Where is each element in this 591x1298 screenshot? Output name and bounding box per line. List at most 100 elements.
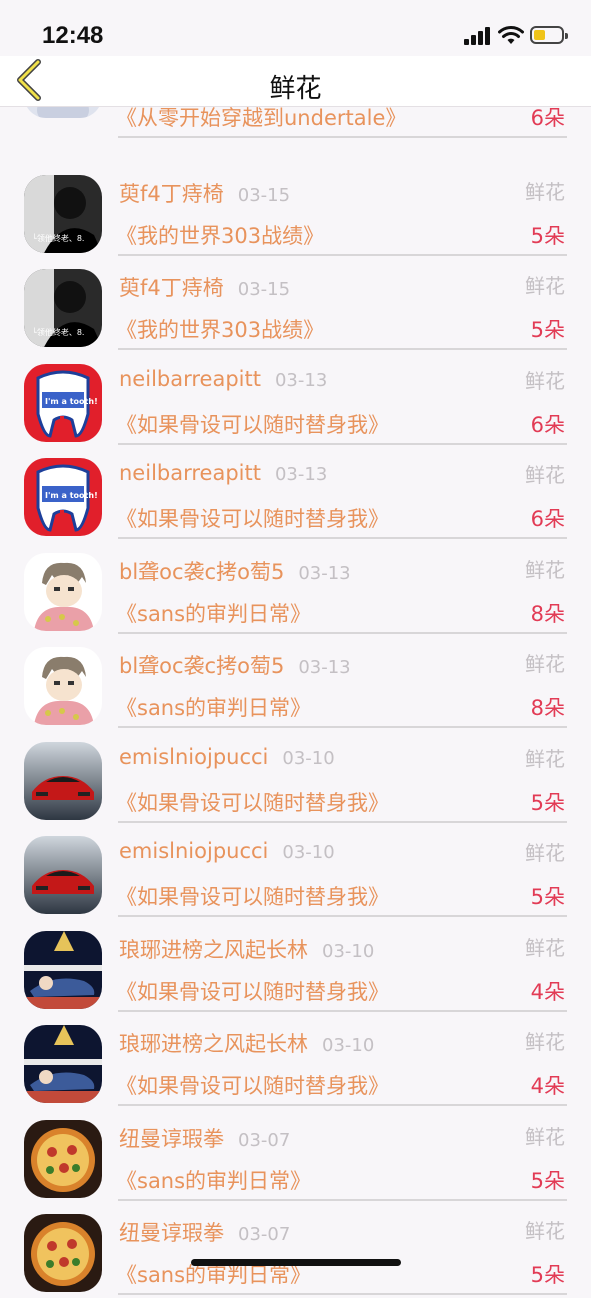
work-title-link[interactable]: 《如果骨设可以随时替身我》 — [116, 976, 389, 1006]
flower-count: 6朵 — [530, 507, 565, 531]
svg-text:└领他终老、8.: └领他终老、8. — [32, 233, 84, 243]
gift-type-label: 鲜花 — [525, 368, 565, 393]
status-bar: 12:48 — [0, 0, 591, 56]
avatar[interactable] — [24, 741, 102, 820]
sender-name[interactable]: 萸f4丁痔椅 03-15 — [119, 178, 290, 208]
gift-type-label: 鲜花 — [525, 841, 565, 865]
row-divider — [118, 1293, 567, 1295]
work-title-link[interactable]: 《sans的审判日常》 — [116, 598, 311, 628]
row-divider — [118, 136, 567, 138]
gift-date: 03-10 — [322, 1035, 375, 1056]
list-item[interactable]: 纽曼谆瑕拳 03-07 鲜花 《sans的审判日常》 5朵 — [0, 1110, 591, 1204]
work-title-link[interactable]: 《如果骨设可以随时替身我》 — [116, 787, 389, 817]
sender-name-text[interactable]: emislniojpucci — [119, 745, 268, 769]
list-item[interactable]: 琅琊进榜之风起长林 03-10 鲜花 《如果骨设可以随时替身我》 4朵 — [0, 1015, 591, 1109]
svg-text:└领他终老、8.: └领他终老、8. — [32, 327, 84, 337]
sender-name[interactable]: neilbarreapitt 03-13 — [119, 367, 327, 391]
work-title-link[interactable]: 《如果骨设可以随时替身我》 — [116, 409, 389, 439]
sender-name[interactable]: bl聋oc袭c拷o萄5 03-13 — [119, 556, 351, 586]
sender-name[interactable]: neilbarreapitt 03-13 — [119, 461, 327, 485]
status-time: 12:48 — [42, 22, 104, 49]
sender-name[interactable]: 纽曼谆瑕拳 03-07 — [119, 1217, 290, 1247]
avatar[interactable]: I'm a tooth! — [24, 458, 102, 536]
avatar[interactable] — [24, 647, 102, 725]
sender-name[interactable]: 琅琊进榜之风起长林 03-10 — [119, 934, 374, 964]
sender-name-text[interactable]: 纽曼谆瑕拳 — [119, 1127, 224, 1151]
battery-icon — [530, 26, 568, 44]
avatar[interactable]: └领他终老、8. — [24, 269, 102, 347]
gift-date: 03-15 — [237, 184, 291, 206]
list-item[interactable]: bl聋oc袭c拷o萄5 03-13 鲜花 《sans的审判日常》 8朵 — [0, 543, 591, 637]
nav-bar: 鲜花 — [0, 56, 591, 107]
gift-date: 03-13 — [274, 464, 328, 485]
row-divider — [118, 1104, 567, 1106]
gift-type-label: 鲜花 — [525, 274, 565, 298]
sender-name-text[interactable]: 萸f4丁痔椅 — [119, 276, 224, 300]
gift-date: 03-13 — [298, 562, 351, 584]
flower-count: 5朵 — [530, 223, 565, 248]
list-item[interactable]: bl聋oc袭c拷o萄5 03-13 鲜花《sans的审判日常》 8朵 — [0, 637, 591, 731]
gift-type-label: 鲜花 — [525, 652, 565, 676]
flower-count: 8朵 — [530, 601, 565, 626]
flower-count: 5朵 — [530, 790, 565, 815]
flower-count: 8朵 — [530, 696, 565, 720]
avatar[interactable] — [24, 1214, 102, 1292]
work-title-link[interactable]: 《我的世界303战绩》 — [116, 314, 324, 344]
list-item[interactable]: emislniojpucci 03-10 鲜花《如果骨设可以随时替身我》 5朵 — [0, 826, 591, 920]
row-divider — [118, 1009, 567, 1012]
list-item[interactable]: 琅琊进榜之风起长林 03-10 鲜花 《如果骨设可以随时替身我》 4朵 — [0, 921, 591, 1015]
cellular-signal-icon — [464, 27, 492, 45]
list-item[interactable]: I'm a tooth! neilbarreapitt 03-13 鲜花《如果骨设可以… — [0, 354, 591, 448]
row-divider — [118, 1198, 567, 1201]
list-item[interactable]: emislniojpucci 03-10 鲜花 《如果骨设可以随时替身我》 5朵 — [0, 732, 591, 826]
work-title-link[interactable]: 《如果骨设可以随时替身我》 — [116, 881, 389, 911]
sender-name[interactable]: 萸f4丁痔椅 03-15 — [119, 272, 290, 302]
flower-count: 5朵 — [530, 318, 565, 342]
sender-name[interactable]: emislniojpucci 03-10 — [119, 745, 335, 769]
sender-name[interactable]: bl聋oc袭c拷o萄5 03-13 — [119, 650, 351, 680]
list-item[interactable]: 纽曼谆瑕拳 03-07 鲜花 《sans的审判日常》 5朵 — [0, 1204, 591, 1298]
gift-type-label: 鲜花 — [525, 1124, 565, 1149]
gift-type-label: 鲜花 — [525, 935, 565, 960]
work-title-link[interactable]: 《如果骨设可以随时替身我》 — [116, 1070, 389, 1100]
avatar[interactable]: I'm a tooth! — [24, 363, 102, 442]
sender-name[interactable]: emislniojpucci 03-10 — [119, 839, 335, 863]
work-title-link[interactable]: 《sans的审判日常》 — [116, 1165, 311, 1195]
wifi-icon — [498, 26, 524, 44]
row-divider — [118, 915, 567, 917]
row-divider — [118, 631, 567, 634]
list-item[interactable]: └领他终老、8. 萸f4丁痔椅 03-15 鲜花《我的世界303战绩》 5朵 — [0, 165, 591, 259]
work-title-link[interactable]: 《如果骨设可以随时替身我》 — [116, 503, 389, 533]
flower-count: 5朵 — [530, 885, 565, 909]
sender-name[interactable]: 纽曼谆瑕拳 03-07 — [119, 1123, 290, 1153]
gift-date: 03-07 — [238, 1224, 291, 1245]
row-divider — [118, 348, 567, 350]
row-divider — [118, 537, 567, 539]
sender-name-text[interactable]: emislniojpucci — [119, 839, 268, 863]
avatar[interactable] — [24, 552, 102, 631]
avatar[interactable]: └领他终老、8. — [24, 174, 102, 253]
row-divider — [118, 726, 567, 728]
sender-name-text[interactable]: 萸f4丁痔椅 — [119, 182, 224, 206]
sender-name-text[interactable]: 纽曼谆瑕拳 — [119, 1221, 224, 1245]
sender-name-text[interactable]: bl聋oc袭c拷o萄5 — [119, 560, 284, 584]
row-divider — [118, 820, 567, 823]
home-indicator — [191, 1259, 401, 1266]
row-divider — [118, 442, 567, 445]
list-item[interactable]: └领他终老、8. 萸f4丁痔椅 03-15 鲜花《我的世界303战绩》 5朵 — [0, 259, 591, 353]
work-title-link[interactable]: 《sans的审判日常》 — [116, 692, 311, 722]
sender-name-text[interactable]: neilbarreapitt — [119, 461, 261, 485]
row-divider — [118, 253, 567, 256]
avatar[interactable] — [24, 1025, 102, 1103]
gift-type-label: 鲜花 — [525, 179, 565, 204]
sender-name-text[interactable]: neilbarreapitt — [119, 367, 261, 391]
avatar[interactable] — [24, 1119, 102, 1198]
sender-name-text[interactable]: 琅琊进榜之风起长林 — [119, 938, 308, 962]
avatar[interactable] — [24, 930, 102, 1009]
list-item[interactable]: I'm a tooth! neilbarreapitt 03-13 鲜花 《如果骨设可以… — [0, 448, 591, 542]
sender-name-text[interactable]: 琅琊进榜之风起长林 — [119, 1032, 308, 1056]
work-title-link[interactable]: 《我的世界303战绩》 — [116, 220, 324, 250]
avatar[interactable] — [24, 836, 102, 914]
sender-name-text[interactable]: bl聋oc袭c拷o萄5 — [119, 654, 284, 678]
sender-name[interactable]: 琅琊进榜之风起长林 03-10 — [119, 1028, 374, 1058]
